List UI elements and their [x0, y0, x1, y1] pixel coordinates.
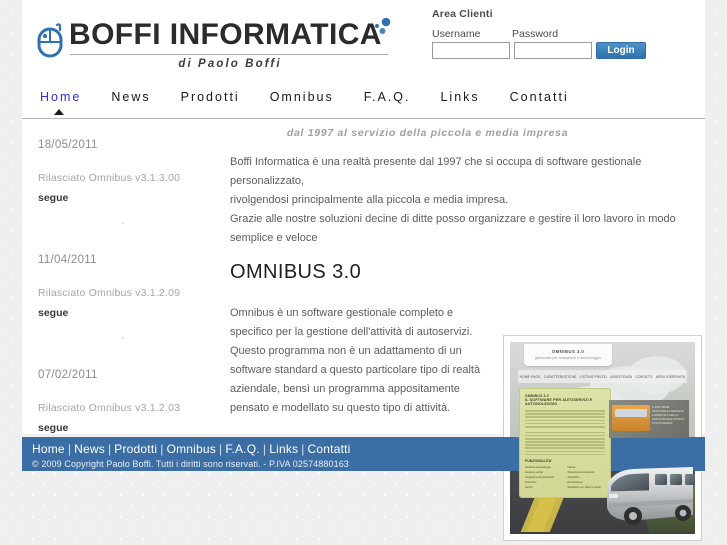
- orange-bus-icon: [612, 405, 650, 431]
- brochure-feature: Servizi: [525, 486, 533, 490]
- coach-bus-icon: [591, 458, 695, 530]
- username-label: Username: [432, 28, 481, 40]
- brochure-nav-item: HOME PAGE: [519, 374, 541, 379]
- news-more-link[interactable]: segue: [38, 307, 68, 319]
- brochure-feature: Preventivi: [525, 481, 537, 485]
- login-row: Login: [432, 42, 687, 59]
- main-navigation: Home News Prodotti Omnibus F.A.Q. Links …: [22, 86, 705, 119]
- nav-item-news[interactable]: News: [111, 90, 150, 106]
- brochure-body-lines: [525, 410, 605, 428]
- footer-separator: |: [107, 442, 112, 456]
- client-area-title: Area Clienti: [432, 8, 493, 20]
- brochure-nav-item: CONTATTI: [635, 374, 653, 379]
- logo-divider: [70, 54, 388, 55]
- brochure-bus-photo: IL SOFTWARE GESTIONALE COMPLETO E SPECIF…: [609, 400, 689, 438]
- nav-items: Home News Prodotti Omnibus F.A.Q. Links …: [40, 90, 599, 115]
- promo-paragraph: Omnibus è un software gestionale complet…: [230, 307, 481, 414]
- site-header: BOFFI INFORMATICA di Paolo Boffi Area Cl…: [22, 0, 705, 86]
- nav-item-contatti[interactable]: Contatti: [510, 90, 569, 106]
- news-text: Rilasciato Omnibus v3.1.2.03: [38, 402, 181, 414]
- nav-item-omnibus[interactable]: Omnibus: [270, 90, 334, 106]
- footer-separator: |: [67, 442, 72, 456]
- brochure-nav: HOME PAGE CARATTERISTICHE LISTINO PREZZI…: [518, 370, 687, 383]
- footer-separator: |: [219, 442, 223, 456]
- intro-line: Boffi Informatica è una realtà presente …: [230, 156, 642, 187]
- news-date: 11/04/2011: [38, 254, 97, 266]
- nav-item-faq[interactable]: F.A.Q.: [364, 90, 411, 106]
- logo-wordmark: BOFFI INFORMATICA: [69, 18, 382, 51]
- username-input[interactable]: [432, 42, 510, 59]
- list-item: 11/04/2011 Rilasciato Omnibus v3.1.2.09 …: [38, 254, 208, 344]
- news-date: 18/05/2011: [38, 139, 98, 151]
- password-input[interactable]: [514, 42, 592, 59]
- brochure-nav-item: LISTINO PREZZI: [579, 374, 608, 379]
- page-tagline: dal 1997 al servizio della piccola e med…: [286, 127, 569, 139]
- news-date: 07/02/2011: [38, 369, 98, 381]
- footer-separator: |: [160, 442, 164, 456]
- intro-line: rivolgendosi principalmente alla piccola…: [230, 194, 509, 206]
- logo-subtitle: di Paolo Boffi: [178, 58, 282, 70]
- footer-separator: |: [301, 442, 305, 456]
- brochure-nav-item: CARATTERISTICHE: [543, 374, 577, 379]
- brochure-card-title: OMNIBUS 3.0: [551, 349, 585, 354]
- brochure-card-subtitle: gestionale per autoservizi e autonoleggi…: [534, 356, 602, 360]
- content-area: 18/05/2011 Rilasciato Omnibus v3.1.3.00 …: [22, 119, 705, 541]
- intro-paragraph: Boffi Informatica è una realtà presente …: [208, 153, 697, 248]
- site-logo[interactable]: BOFFI INFORMATICA di Paolo Boffi: [27, 14, 397, 76]
- brochure-title-card: OMNIBUS 3.0 gestionale per autoservizi e…: [524, 344, 612, 366]
- news-separator: -: [121, 333, 125, 344]
- page-title: OMNIBUS 3.0: [230, 261, 362, 283]
- footer-link-home[interactable]: Home: [32, 442, 65, 456]
- client-area-login: Area Clienti Username Password Login: [432, 8, 687, 59]
- nav-item-links[interactable]: Links: [440, 90, 479, 106]
- nav-item-home[interactable]: Home: [40, 90, 81, 115]
- news-text: Rilasciato Omnibus v3.1.2.09: [38, 287, 181, 299]
- footer-link-omnibus[interactable]: Omnibus: [167, 442, 216, 456]
- password-label: Password: [512, 28, 559, 40]
- news-text: Rilasciato Omnibus v3.1.3.00: [38, 172, 181, 184]
- brochure-nav-item: AREA RISERVATA: [655, 374, 686, 379]
- news-more-link[interactable]: segue: [38, 192, 68, 204]
- footer-link-news[interactable]: News: [74, 442, 105, 456]
- logo-dots-icon: [367, 17, 395, 41]
- login-field-labels: Username Password: [432, 28, 687, 40]
- nav-item-prodotti[interactable]: Prodotti: [181, 90, 240, 106]
- footer-link-links[interactable]: Links: [269, 442, 298, 456]
- list-item: 18/05/2011 Rilasciato Omnibus v3.1.3.00 …: [38, 139, 208, 229]
- news-more-link[interactable]: segue: [38, 422, 68, 434]
- footer-separator: |: [262, 442, 267, 456]
- login-button[interactable]: Login: [596, 42, 646, 59]
- footer-link-contatti[interactable]: Contatti: [308, 442, 351, 456]
- brochure-feature-col-left: Gestione autonoleggio Gestione autisti A…: [525, 466, 563, 491]
- brochure-feature: Anagrafica clienti/fornitori: [525, 476, 555, 480]
- brochure-body-lines: [525, 431, 605, 456]
- list-item: 07/02/2011 Rilasciato Omnibus v3.1.2.03 …: [38, 369, 208, 436]
- brochure-feature: Gestione autonoleggio: [525, 466, 551, 470]
- brochure-feature: Gestione autisti: [525, 471, 543, 475]
- news-sidebar: 18/05/2011 Rilasciato Omnibus v3.1.3.00 …: [38, 139, 208, 462]
- brochure-panel-title: IL SOFTWARE PER AUTOSERVIZI E AUTONOLEGG…: [525, 398, 593, 406]
- footer-link-prodotti[interactable]: Prodotti: [114, 442, 157, 456]
- page-container: BOFFI INFORMATICA di Paolo Boffi Area Cl…: [22, 0, 705, 541]
- brochure-photo-caption: IL SOFTWARE GESTIONALE COMPLETO E SPECIF…: [652, 406, 685, 425]
- brochure-nav-item: ASSISTENZA: [610, 374, 633, 379]
- news-separator: -: [121, 218, 125, 229]
- footer-link-faq[interactable]: F.A.Q.: [225, 442, 260, 456]
- intro-line: Grazie alle nostre soluzioni decine di d…: [230, 213, 676, 244]
